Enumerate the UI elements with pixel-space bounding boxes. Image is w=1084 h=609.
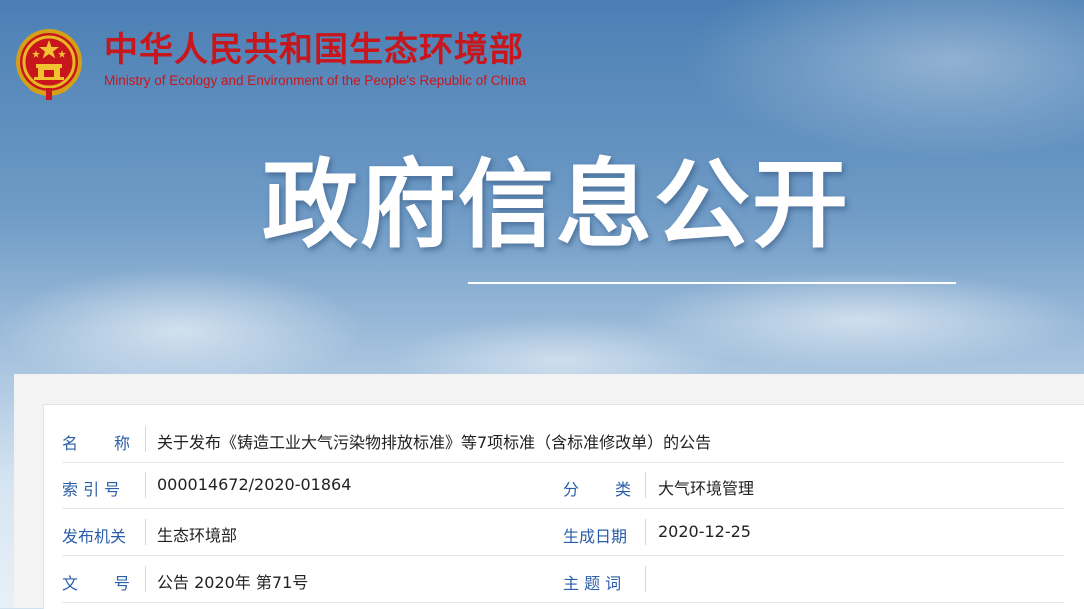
row-separator <box>145 426 146 452</box>
hero-divider <box>468 282 956 284</box>
info-row-name: 名 称 关于发布《铸造工业大气污染物排放标准》等7项标准（含标准修改单）的公告 <box>62 416 1064 463</box>
row-separator <box>145 566 146 592</box>
row-separator <box>645 519 646 545</box>
info-row-publisher: 发布机关 生态环境部 生成日期 2020-12-25 <box>62 509 1064 556</box>
doc-no-label: 文 号 <box>62 574 141 593</box>
name-label: 名 称 <box>62 434 141 453</box>
row-separator <box>145 519 146 545</box>
date-label: 生成日期 <box>563 527 628 546</box>
publisher-value: 生态环境部 <box>157 526 238 545</box>
category-value: 大气环境管理 <box>658 479 755 498</box>
index-label: 索 引 号 <box>62 480 121 499</box>
index-value: 000014672/2020-01864 <box>157 475 352 494</box>
row-separator <box>645 472 646 498</box>
info-row-docno: 文 号 公告 2020年 第71号 主 题 词 <box>62 556 1064 603</box>
doc-no-value: 公告 2020年 第71号 <box>157 573 309 592</box>
publisher-label: 发布机关 <box>62 527 127 546</box>
info-row-index: 索 引 号 000014672/2020-01864 分 类 大气环境管理 <box>62 462 1064 509</box>
row-separator <box>645 566 646 592</box>
site-name-cn[interactable]: 中华人民共和国生态环境部 <box>104 30 524 70</box>
row-separator <box>145 472 146 498</box>
category-label: 分 类 <box>563 480 642 499</box>
site-name-en[interactable]: Ministry of Ecology and Environment of t… <box>104 73 526 88</box>
keywords-label: 主 题 词 <box>563 574 622 593</box>
hero-title: 政府信息公开 <box>262 149 850 261</box>
name-value: 关于发布《铸造工业大气污染物排放标准》等7项标准（含标准修改单）的公告 <box>157 433 712 452</box>
date-value: 2020-12-25 <box>658 522 751 541</box>
national-emblem-icon <box>16 29 82 100</box>
